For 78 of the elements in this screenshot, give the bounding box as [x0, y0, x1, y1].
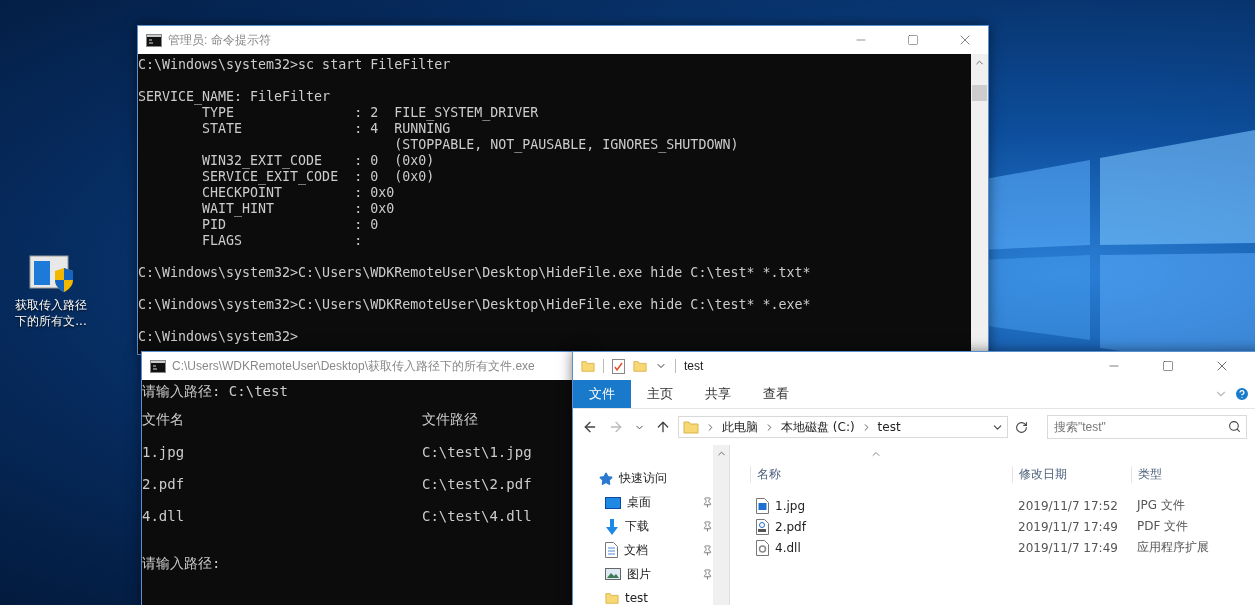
console-line: WIN32_EXIT_CODE : 0 (0x0) — [201, 153, 436, 169]
picture-icon — [605, 568, 621, 581]
breadcrumb-item[interactable]: 此电脑 — [722, 418, 758, 436]
ribbon-tab[interactable]: 文件 — [573, 380, 631, 408]
up-arrow-icon — [655, 419, 671, 435]
console-line: STATE : 4 RUNNING — [201, 121, 452, 137]
file-name[interactable]: 2.pdf — [775, 519, 806, 534]
column-header[interactable]: 修改日期 — [1012, 466, 1131, 483]
console-line: SERVICE_EXIT_CODE : 0 (0x0) — [201, 169, 436, 185]
address-bar[interactable]: 此电脑 本地磁盘 (C:) test — [678, 416, 1008, 438]
window-title: test — [684, 359, 704, 373]
console-line: C:\Windows\system32> — [138, 329, 300, 345]
help-icon — [1234, 386, 1250, 402]
nav-item[interactable]: 图片 — [627, 565, 696, 583]
folder-icon — [581, 359, 595, 373]
column-header[interactable]: 名称 — [750, 466, 1012, 483]
console-line: C:\Windows\system32>C:\Users\WDKRemoteUser\Desktop\HideFile.exe hide C:\test* *.exe* — [138, 297, 812, 313]
maximize-icon — [1162, 360, 1174, 372]
folder-icon — [683, 419, 699, 435]
file-name[interactable]: 4.dll — [775, 540, 801, 555]
nav-item[interactable]: 下载 — [625, 518, 696, 536]
window-title: 管理员: 命令提示符 — [168, 31, 271, 49]
file-date: 2019/11/7 17:52 — [1017, 498, 1119, 513]
console-cell: C:\test\4.dll — [422, 508, 532, 524]
console-icon — [146, 33, 162, 47]
console-line: 请输入路径: C:\test — [142, 383, 288, 401]
desktop-icon-label[interactable]: 获取传入路径下的所有文... — [12, 297, 90, 329]
folder-icon — [605, 591, 619, 605]
nav-item[interactable]: test — [625, 591, 713, 605]
console-icon — [150, 359, 166, 373]
down-arrow-icon — [605, 518, 619, 535]
console-line: PID : 0 — [201, 217, 380, 233]
ribbon-tab[interactable]: 共享 — [689, 380, 747, 408]
console-line: 请输入路径: — [142, 555, 221, 573]
file-type: 应用程序扩展 — [1136, 539, 1210, 556]
console-cell: C:\test\1.jpg — [422, 444, 532, 460]
console-line: SERVICE_NAME: FileFilter — [138, 89, 332, 105]
gear-file-icon — [756, 539, 769, 556]
scrollbar-thumb[interactable] — [972, 85, 987, 101]
nav-item[interactable]: 桌面 — [627, 494, 696, 512]
desktop-icon — [605, 496, 621, 509]
console-cell-text: 4.dll — [142, 508, 186, 524]
console-line: FLAGS : — [201, 233, 364, 249]
file-type: JPG 文件 — [1135, 497, 1186, 514]
nav-item[interactable]: 文档 — [624, 541, 696, 559]
console-line: CHECKPOINT : 0x0 — [201, 185, 396, 201]
console-cell-text: 文件名 — [142, 411, 185, 429]
nav-item[interactable]: 快速访问 — [619, 470, 713, 488]
column-header[interactable]: 类型 — [1131, 466, 1251, 483]
breadcrumb-item[interactable]: 本地磁盘 (C:) — [781, 418, 855, 436]
window-title: C:\Users\WDKRemoteUser\Desktop\获取传入路径下的所有文件.exe — [172, 357, 535, 375]
console-line: TYPE : 2 FILE_SYSTEM_DRIVER — [201, 105, 540, 121]
file-date: 2019/11/7 17:49 — [1017, 540, 1119, 555]
app-shield-icon[interactable] — [29, 255, 73, 293]
image-file-icon — [756, 497, 769, 514]
search-icon — [1228, 420, 1241, 433]
file-date: 2019/11/7 17:49 — [1017, 519, 1119, 534]
ribbon-tab[interactable]: 查看 — [747, 380, 805, 408]
console-cell: C:\test\2.pdf — [422, 476, 532, 492]
console-cell-text: 1.jpg — [142, 444, 186, 460]
file-type: PDF 文件 — [1136, 518, 1190, 535]
pdf-file-icon — [756, 518, 769, 535]
star-icon — [599, 471, 613, 486]
console-cell-text: 2.pdf — [142, 476, 186, 492]
console-cell: 文件路径 — [422, 411, 478, 429]
folder-icon — [633, 359, 647, 373]
refresh-icon — [1015, 420, 1028, 434]
console-line: C:\Windows\system32>C:\Users\WDKRemoteUser\Desktop\HideFile.exe hide C:\test* *.txt* — [138, 265, 812, 281]
console-line: C:\Windows\system32>sc start FileFilter — [138, 57, 452, 73]
console-line: WAIT_HINT : 0x0 — [201, 201, 396, 217]
checklist-icon[interactable] — [612, 358, 625, 374]
console-line: (STOPPABLE, NOT_PAUSABLE, IGNORES_SHUTDOWN) — [393, 137, 740, 153]
search-field[interactable]: 搜索"test" — [1047, 415, 1247, 439]
breadcrumb-item[interactable]: test — [877, 420, 901, 434]
document-icon — [605, 542, 618, 559]
file-name[interactable]: 1.jpg — [775, 498, 806, 513]
ribbon-tab[interactable]: 主页 — [631, 380, 689, 408]
maximize-icon — [907, 34, 919, 46]
